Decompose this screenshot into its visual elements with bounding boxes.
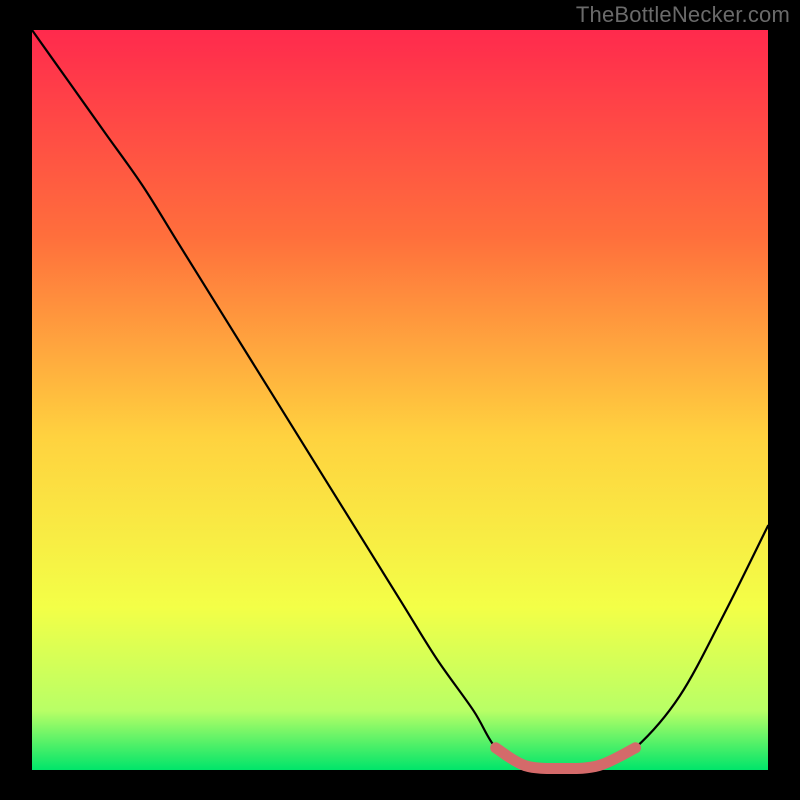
bottleneck-chart xyxy=(0,0,800,800)
plot-background xyxy=(32,30,768,770)
watermark-text: TheBottleNecker.com xyxy=(576,2,790,28)
chart-frame: TheBottleNecker.com xyxy=(0,0,800,800)
